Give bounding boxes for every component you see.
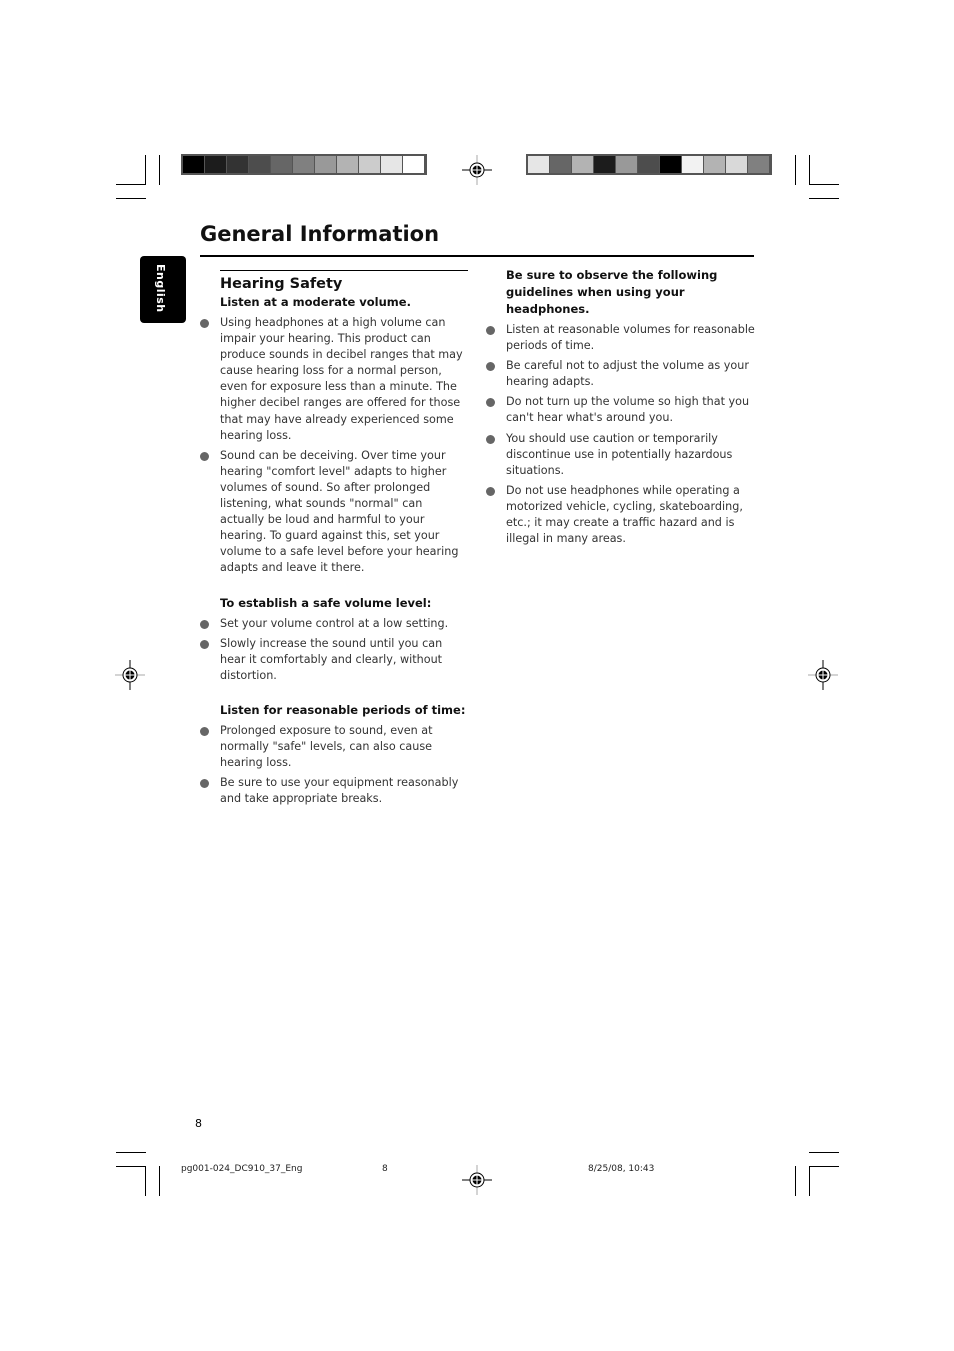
list-item: Do not turn up the volume so high that y… [486,394,756,426]
color-swatch [381,156,402,173]
color-swatch [293,156,314,173]
registration-mark-icon [462,1165,492,1195]
list-item: Using headphones at a high volume can im… [200,315,470,444]
bullet-icon [200,619,209,629]
page-title: General Information [200,222,440,246]
color-swatch [616,156,637,173]
language-tab-label: English [154,264,167,313]
list-item: Sound can be deceiving. Over time your h… [200,448,470,577]
crop-mark [809,155,810,185]
color-swatch [183,156,204,173]
color-swatch [638,156,659,173]
list-item: Be careful not to adjust the volume as y… [486,358,756,390]
bullet-icon [486,398,495,408]
color-swatch [528,156,549,173]
crop-mark [116,1166,146,1167]
color-swatch [271,156,292,173]
crop-mark [145,155,146,185]
bullet-list: Listen at reasonable volumes for reasona… [486,322,756,547]
list-item: Be sure to use your equipment reasonably… [200,775,470,807]
footer-page-number: 8 [382,1164,388,1174]
color-swatch [403,156,424,173]
crop-mark [809,1166,839,1167]
crop-mark [116,184,146,185]
crop-mark [116,1152,146,1153]
color-swatch [682,156,703,173]
bullet-list: Prolonged exposure to sound, even at nor… [200,723,470,807]
bullet-icon [486,486,495,496]
color-swatch [704,156,725,173]
registration-mark-icon [808,660,838,690]
bullet-icon [486,434,495,444]
bullet-icon [200,451,209,461]
color-calibration-strip [526,154,772,175]
crop-mark [159,1166,160,1196]
crop-mark [795,1166,796,1196]
grayscale-calibration-strip [181,154,427,175]
bullet-list: Set your volume control at a low setting… [200,616,470,684]
footer-timestamp: 8/25/08, 10:43 [588,1164,655,1174]
page-number: 8 [195,1117,202,1130]
list-item: Set your volume control at a low setting… [200,616,470,632]
section-title: Hearing Safety [220,270,468,294]
list-item: Prolonged exposure to sound, even at nor… [200,723,470,771]
color-swatch [748,156,769,173]
registration-mark-icon [115,660,145,690]
crop-mark [809,1152,839,1153]
bullet-list: Using headphones at a high volume can im… [200,315,470,577]
crop-mark [809,1166,810,1196]
crop-mark [809,198,839,199]
crop-mark [809,184,839,185]
subsection-heading: To establish a safe volume level: [220,595,432,610]
left-column: Hearing Safety Listen at a moderate volu… [200,270,470,811]
color-swatch [660,156,681,173]
color-swatch [205,156,226,173]
color-swatch [550,156,571,173]
list-item: Do not use headphones while operating a … [486,483,756,547]
bullet-icon [200,726,209,736]
title-rule [200,255,754,257]
color-swatch [572,156,593,173]
crop-mark [795,155,796,185]
color-swatch [359,156,380,173]
right-column: Be sure to observe the following guideli… [486,267,756,551]
footer-filename: pg001-024_DC910_37_Eng [181,1164,303,1174]
color-swatch [249,156,270,173]
list-item: Listen at reasonable volumes for reasona… [486,322,756,354]
guidelines-heading: Be sure to observe the following guideli… [506,268,718,316]
color-swatch [726,156,747,173]
bullet-icon [200,779,209,789]
crop-mark [116,198,146,199]
color-swatch [594,156,615,173]
bullet-icon [200,639,209,649]
registration-mark-icon [462,155,492,185]
bullet-icon [486,326,495,335]
language-tab: English [140,256,186,323]
bullet-icon [200,319,209,328]
crop-mark [145,1166,146,1196]
color-swatch [337,156,358,173]
subsection-heading: Listen for reasonable periods of time: [220,702,466,717]
subsection-heading: Listen at a moderate volume. [220,295,411,309]
bullet-icon [486,362,495,372]
list-item: You should use caution or temporarily di… [486,431,756,479]
crop-mark [159,155,160,185]
color-swatch [315,156,336,173]
color-swatch [227,156,248,173]
list-item: Slowly increase the sound until you can … [200,636,470,684]
